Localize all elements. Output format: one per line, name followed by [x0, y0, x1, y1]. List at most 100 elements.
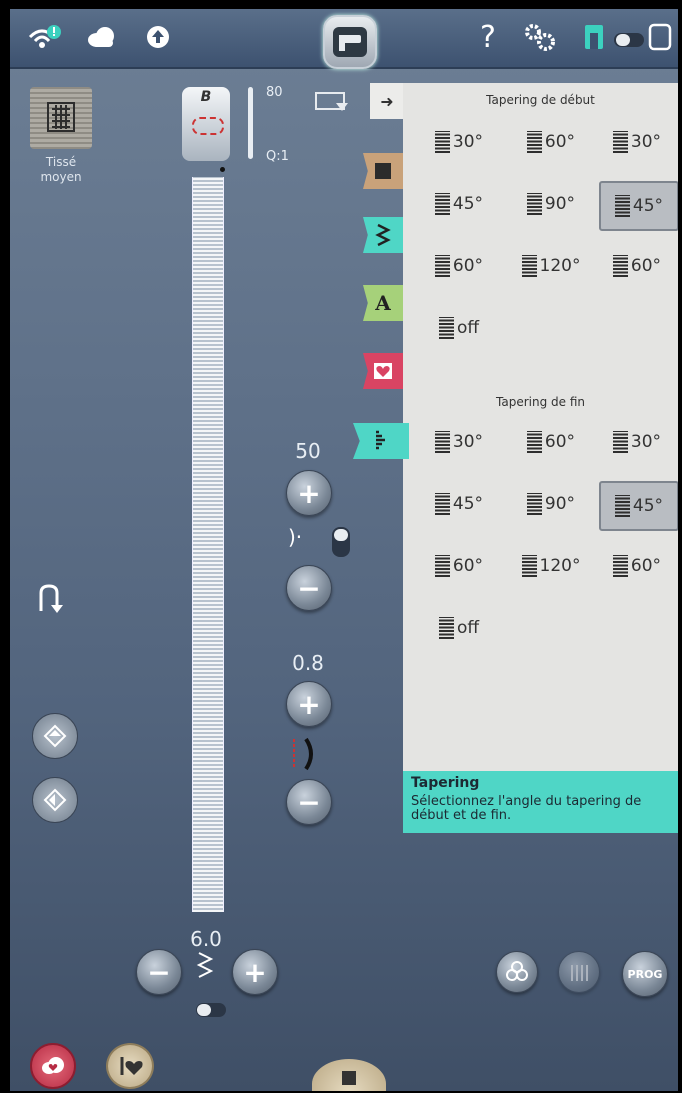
- tapering-tab-icon: [376, 430, 385, 450]
- bottom-menu-button[interactable]: [312, 1059, 386, 1091]
- density-toggle[interactable]: [332, 527, 350, 557]
- tab-stitch-menu[interactable]: [363, 153, 403, 189]
- settings-gears-icon[interactable]: [522, 19, 558, 55]
- needle-size: 80: [266, 85, 283, 100]
- taper-option-label: 120°: [539, 556, 581, 576]
- taper-angle-icon: [434, 555, 450, 577]
- taper-angle-icon: [434, 431, 450, 453]
- needle-heart-icon: [120, 1057, 143, 1075]
- length-plus-button[interactable]: +: [286, 681, 332, 727]
- end-taper-option[interactable]: 90°: [513, 481, 589, 527]
- start-taper-option[interactable]: 30°: [599, 119, 675, 165]
- cloud-icon[interactable]: [84, 19, 120, 55]
- taper-angle-icon: [614, 495, 630, 517]
- end-taper-option[interactable]: 60°: [599, 543, 675, 589]
- mode-toggle[interactable]: [614, 33, 644, 47]
- end-taper-option[interactable]: 30°: [421, 419, 497, 465]
- taper-angle-icon: [521, 255, 537, 277]
- start-taper-option[interactable]: 60°: [513, 119, 589, 165]
- end-taper-option[interactable]: 45°: [421, 481, 497, 527]
- taper-angle-icon: [526, 493, 542, 515]
- density-value: 50: [295, 439, 321, 463]
- taper-option-label: 30°: [452, 432, 484, 452]
- presser-foot-icon[interactable]: B: [182, 87, 230, 161]
- home-button[interactable]: [323, 15, 377, 69]
- mirror-button[interactable]: [32, 777, 78, 823]
- tab-personal[interactable]: [363, 353, 403, 389]
- taper-angle-icon: [614, 195, 630, 217]
- q-value: Q:1: [266, 149, 289, 164]
- taper-option-label: 45°: [452, 194, 484, 214]
- taper-option-label: off: [456, 318, 480, 338]
- start-taper-option[interactable]: 45°: [599, 181, 678, 231]
- length-minus-button[interactable]: −: [286, 779, 332, 825]
- end-taper-option[interactable]: 30°: [599, 419, 675, 465]
- fabric-selection-icon[interactable]: [30, 87, 92, 149]
- tab-stitch-options[interactable]: [363, 217, 403, 253]
- end-taper-option[interactable]: 45°: [599, 481, 678, 531]
- start-taper-option[interactable]: 90°: [513, 181, 589, 227]
- help-icon[interactable]: ?: [470, 19, 506, 55]
- sewing-mode-icon[interactable]: [576, 19, 612, 55]
- taper-angle-icon: [434, 193, 450, 215]
- taper-option-label: 30°: [630, 132, 662, 152]
- taper-angle-icon: [526, 431, 542, 453]
- width-plus-button[interactable]: +: [232, 949, 278, 995]
- move-up-button[interactable]: [32, 713, 78, 759]
- start-taper-option[interactable]: 45°: [421, 181, 497, 227]
- taper-angle-icon: [612, 555, 628, 577]
- help-label: ?: [480, 19, 496, 55]
- start-taper-option[interactable]: 30°: [421, 119, 497, 165]
- taper-angle-icon: [526, 193, 542, 215]
- fix-button[interactable]: [496, 951, 538, 993]
- start-taper-option[interactable]: 60°: [599, 243, 675, 289]
- start-taper-option[interactable]: 120°: [513, 243, 589, 289]
- end-taper-option[interactable]: 60°: [421, 543, 497, 589]
- flower-icon: [506, 961, 528, 981]
- taper-option-label: 30°: [630, 432, 662, 452]
- help-title: Tapering: [411, 775, 480, 791]
- taper-angle-icon: [521, 555, 537, 577]
- tapering-start-title: Tapering de début: [486, 93, 595, 107]
- prog-button[interactable]: PROG: [622, 951, 668, 997]
- tab-font[interactable]: A: [363, 285, 403, 321]
- embroidery-mode-icon[interactable]: [642, 19, 678, 55]
- width-value: 6.0: [190, 927, 222, 951]
- taper-angle-icon: [612, 255, 628, 277]
- taper-option-label: 60°: [630, 556, 662, 576]
- density-minus-button[interactable]: −: [286, 565, 332, 611]
- end-taper-option[interactable]: 60°: [513, 419, 589, 465]
- presser-foot-letter: B: [200, 89, 212, 105]
- thread-cutter-button[interactable]: [558, 951, 600, 993]
- needle-heart-button[interactable]: [106, 1043, 154, 1089]
- reverse-icon[interactable]: [34, 581, 64, 615]
- stitch-view-icon[interactable]: [314, 91, 350, 113]
- needle-position-dot: [220, 167, 225, 172]
- taper-option-label: 30°: [452, 132, 484, 152]
- taper-option-label: off: [456, 618, 480, 638]
- wifi-alert-icon[interactable]: [26, 19, 62, 55]
- taper-option-label: 120°: [539, 256, 581, 276]
- stitch-lines-icon: [571, 965, 588, 981]
- taper-option-label: 45°: [452, 494, 484, 514]
- taper-angle-icon: [438, 617, 454, 639]
- taper-option-label: 60°: [544, 132, 576, 152]
- tapering-panel: Tapering de début 30° 60° 30° 45° 90° 45° 60° 1…: [403, 83, 678, 779]
- start-taper-option[interactable]: 60°: [421, 243, 497, 289]
- stitch-preview: [192, 177, 224, 912]
- cloud-heart-icon: [42, 1057, 64, 1074]
- panel-arrow-icon[interactable]: ➜: [370, 83, 404, 119]
- end-taper-option[interactable]: 120°: [513, 543, 589, 589]
- width-minus-button[interactable]: −: [136, 949, 182, 995]
- density-plus-button[interactable]: +: [286, 470, 332, 516]
- taper-option-label: 45°: [632, 196, 664, 216]
- taper-angle-icon: [526, 131, 542, 153]
- taper-angle-icon: [434, 131, 450, 153]
- tab-tapering[interactable]: [353, 423, 409, 459]
- width-toggle[interactable]: [196, 1003, 226, 1017]
- start-taper-option[interactable]: off: [421, 305, 497, 351]
- taper-angle-icon: [612, 131, 628, 153]
- cloud-heart-button[interactable]: [30, 1043, 76, 1089]
- upload-icon[interactable]: [140, 19, 176, 55]
- end-taper-option[interactable]: off: [421, 605, 497, 651]
